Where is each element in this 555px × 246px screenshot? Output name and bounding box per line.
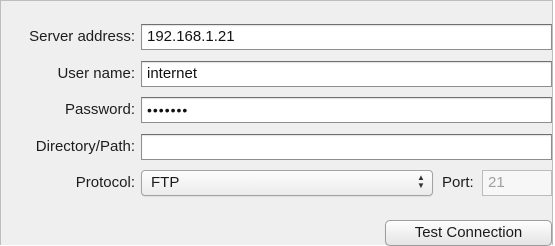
- user-name-input[interactable]: internet: [141, 61, 552, 87]
- directory-path-input[interactable]: [141, 134, 552, 160]
- user-name-row: User name: internet: [1, 60, 554, 88]
- up-down-arrows-icon: ▲ ▼: [417, 173, 425, 190]
- port-label: Port:: [442, 174, 474, 191]
- protocol-selected-value: FTP: [151, 174, 180, 191]
- port-input[interactable]: 21: [482, 170, 552, 196]
- test-connection-button[interactable]: Test Connection: [385, 220, 552, 246]
- password-input[interactable]: •••••••: [141, 97, 552, 123]
- protocol-row: Protocol: FTP ▲ ▼ Port: 21: [1, 169, 554, 197]
- user-name-label: User name:: [57, 65, 135, 82]
- server-address-row: Server address: 192.168.1.21: [1, 23, 554, 51]
- directory-path-label: Directory/Path:: [35, 138, 135, 155]
- directory-path-row: Directory/Path:: [1, 133, 554, 161]
- protocol-label: Protocol:: [75, 174, 135, 191]
- password-row: Password: •••••••: [1, 96, 554, 124]
- server-address-input[interactable]: 192.168.1.21: [141, 24, 552, 50]
- server-address-label: Server address:: [29, 28, 135, 45]
- connection-settings-panel: Server address: 192.168.1.21 User name: …: [0, 0, 554, 246]
- password-label: Password:: [64, 101, 135, 118]
- protocol-select[interactable]: FTP ▲ ▼: [141, 170, 433, 196]
